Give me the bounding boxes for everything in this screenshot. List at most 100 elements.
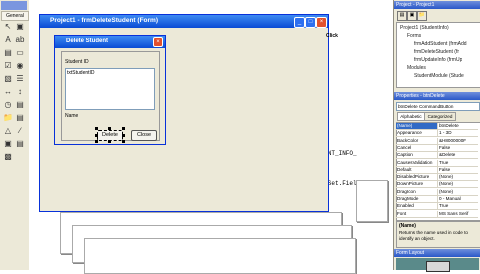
property-row[interactable]: (Name) btnDelete bbox=[396, 123, 479, 130]
properties-title: Properties - btnDelete bbox=[394, 92, 480, 100]
view-object-icon[interactable]: ▣ bbox=[407, 11, 417, 21]
dialog-close-icon[interactable]: × bbox=[153, 37, 163, 47]
drive-list-icon[interactable]: ▤ bbox=[15, 100, 25, 110]
pointer-icon[interactable]: ↖ bbox=[3, 22, 13, 32]
hscrollbar-icon[interactable]: ↔ bbox=[3, 87, 13, 97]
property-name: CausesValidation bbox=[397, 159, 433, 165]
tree-forms-folder[interactable]: Forms bbox=[407, 33, 421, 39]
view-code-icon[interactable]: ▤ bbox=[397, 11, 407, 21]
tab-alphabetic[interactable]: Alphabetic bbox=[397, 112, 425, 121]
property-row[interactable]: Cancel False bbox=[396, 144, 479, 152]
file-list-icon[interactable]: ▤ bbox=[15, 113, 25, 123]
property-value[interactable]: (None) bbox=[437, 181, 479, 188]
close-button[interactable]: Close bbox=[131, 130, 157, 141]
property-row[interactable]: CausesValidation True bbox=[396, 159, 479, 167]
delete-student-form[interactable]: Delete Student × Student ID txtStudentID… bbox=[54, 35, 166, 145]
dialog-title-bar[interactable]: Delete Student × bbox=[55, 36, 165, 48]
checkbox-icon[interactable]: ☑ bbox=[3, 61, 13, 71]
toolbox-general-tab[interactable]: General bbox=[1, 11, 29, 21]
form-layout-title: Form Layout bbox=[394, 249, 480, 257]
property-name: BackColor bbox=[397, 137, 419, 143]
tree-form-item[interactable]: frmDeleteStudent (fr bbox=[414, 49, 459, 55]
screen-preview-icon[interactable] bbox=[426, 261, 450, 272]
minimize-icon[interactable]: _ bbox=[294, 17, 305, 28]
property-name: DownPicture bbox=[397, 181, 424, 187]
tab-categorized[interactable]: Categorized bbox=[424, 112, 456, 121]
dialog-title: Delete Student bbox=[66, 38, 109, 44]
property-row[interactable]: DragMode 0 - Manual bbox=[396, 196, 478, 203]
timer-icon[interactable]: ◷ bbox=[3, 100, 13, 110]
textbox-icon[interactable]: ab bbox=[15, 35, 25, 45]
ole-icon[interactable]: ▩ bbox=[3, 152, 13, 162]
code-peek-word: Click bbox=[326, 33, 338, 39]
property-value[interactable]: (None) bbox=[437, 174, 479, 181]
shape-icon[interactable]: △ bbox=[3, 126, 13, 136]
background-window-edge bbox=[356, 180, 388, 222]
tree-form-item[interactable]: frmAddStudent (frmAdd bbox=[414, 41, 467, 47]
property-value[interactable]: False bbox=[437, 166, 479, 173]
property-row[interactable]: Font MS Sans Serif bbox=[396, 210, 479, 218]
vscrollbar-icon[interactable]: ↕ bbox=[15, 87, 25, 97]
label-icon[interactable]: A bbox=[3, 35, 13, 45]
property-value[interactable]: True bbox=[437, 159, 479, 166]
name-label: Name bbox=[65, 113, 79, 119]
resize-handle[interactable] bbox=[95, 127, 98, 130]
close-icon[interactable]: × bbox=[316, 17, 327, 28]
property-row[interactable]: BackColor &H8000000F bbox=[396, 137, 479, 145]
property-name: Caption bbox=[397, 152, 413, 158]
description-title: (Name) bbox=[399, 223, 416, 229]
resize-handle[interactable] bbox=[122, 134, 125, 137]
toggle-folders-icon[interactable]: 📁 bbox=[417, 11, 427, 21]
property-name: DisabledPicture bbox=[397, 174, 430, 180]
option-button-icon[interactable]: ◉ bbox=[15, 61, 25, 71]
tree-module-item[interactable]: StudentModule (Stude bbox=[414, 73, 464, 79]
student-id-textbox-text: txtStudentID bbox=[67, 70, 95, 76]
background-window[interactable] bbox=[84, 238, 356, 274]
resize-handle[interactable] bbox=[122, 127, 125, 130]
property-description: (Name) Returns the name used in code to … bbox=[396, 221, 480, 248]
property-value[interactable]: False bbox=[437, 144, 479, 151]
property-name: Appearance bbox=[397, 130, 422, 136]
tree-root[interactable]: Project1 (StudentInfo) bbox=[400, 25, 449, 31]
property-row[interactable]: DisabledPicture (None) bbox=[396, 174, 479, 182]
property-row[interactable]: DragIcon (None) bbox=[396, 188, 479, 196]
property-value[interactable]: (None) bbox=[437, 188, 479, 195]
project-explorer-title: Project - Project1 bbox=[394, 1, 480, 9]
form-window-title-bar[interactable]: Project1 - frmDeleteStudent (Form) _ □ × bbox=[40, 15, 328, 28]
resize-handle[interactable] bbox=[95, 140, 98, 143]
dir-list-icon[interactable]: 📁 bbox=[3, 113, 13, 123]
resize-handle[interactable] bbox=[95, 134, 98, 137]
object-selector[interactable]: btnDelete CommandButton bbox=[396, 102, 480, 111]
combobox-icon[interactable]: ▧ bbox=[3, 74, 13, 84]
property-value[interactable]: &Delete bbox=[437, 152, 479, 159]
property-row[interactable]: DownPicture (None) bbox=[396, 181, 479, 189]
property-value[interactable]: 1 - 3D bbox=[437, 130, 479, 137]
tree-modules-folder[interactable]: Modules bbox=[407, 65, 426, 71]
student-id-textbox[interactable]: txtStudentID bbox=[65, 68, 155, 110]
property-row[interactable]: Caption &Delete bbox=[396, 152, 479, 160]
property-value[interactable]: 0 - Manual bbox=[437, 196, 479, 202]
frame-icon[interactable]: ▤ bbox=[3, 48, 13, 58]
property-row[interactable]: Enabled True bbox=[396, 203, 479, 211]
resize-handle[interactable] bbox=[108, 127, 111, 130]
picture-box-icon[interactable]: ▣ bbox=[15, 22, 25, 32]
tree-form-item[interactable]: frmUpdateInfo (frmUp bbox=[414, 57, 462, 63]
property-name: Cancel bbox=[397, 144, 412, 150]
property-value[interactable]: &H8000000F bbox=[437, 137, 479, 144]
maximize-icon[interactable]: □ bbox=[305, 17, 316, 28]
image-icon[interactable]: ▣ bbox=[3, 139, 13, 149]
line-icon[interactable]: ∕ bbox=[15, 126, 25, 136]
property-name: Default bbox=[397, 166, 412, 172]
property-value[interactable]: MS Sans Serif bbox=[437, 210, 479, 217]
listbox-icon[interactable]: ☰ bbox=[15, 74, 25, 84]
property-value[interactable]: True bbox=[437, 203, 479, 210]
command-button-icon[interactable]: ▭ bbox=[15, 48, 25, 58]
resize-handle[interactable] bbox=[108, 140, 111, 143]
property-value[interactable]: btnDelete bbox=[437, 123, 479, 129]
property-row[interactable]: Default False bbox=[396, 166, 479, 174]
resize-handle[interactable] bbox=[122, 140, 125, 143]
data-control-icon[interactable]: ▤ bbox=[15, 139, 25, 149]
form-window-title: Project1 - frmDeleteStudent (Form) bbox=[50, 17, 158, 24]
project-explorer-toolbar: ▤ ▣ 📁 bbox=[396, 11, 479, 21]
property-row[interactable]: Appearance 1 - 3D bbox=[396, 130, 479, 138]
